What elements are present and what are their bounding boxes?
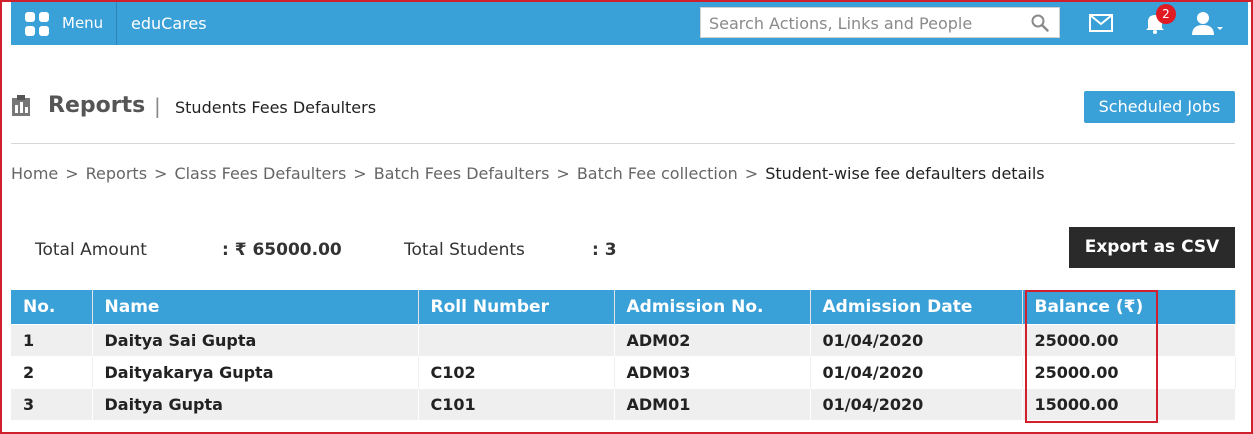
column-header-name[interactable]: Name <box>92 290 419 324</box>
breadcrumb-class-fees-defaulters[interactable]: Class Fees Defaulters <box>174 164 346 183</box>
cell-no: 3 <box>11 387 93 420</box>
cell-name: Daitya Gupta <box>92 387 419 420</box>
cell-roll-number <box>418 323 615 356</box>
cell-admission-no: ADM01 <box>614 387 811 420</box>
breadcrumb-batch-fee-collection[interactable]: Batch Fee collection <box>577 164 738 183</box>
notification-badge: 2 <box>1156 4 1176 24</box>
cell-admission-no: ADM03 <box>614 355 811 388</box>
cell-name: Daitya Sai Gupta <box>92 323 419 356</box>
breadcrumb-separator: > <box>65 164 79 183</box>
cell-no: 2 <box>11 355 93 388</box>
page-title: Reports <box>48 93 146 118</box>
grid-menu-icon <box>25 12 49 36</box>
total-students-label: Total Students <box>404 240 525 260</box>
clipboard-icon <box>12 95 30 116</box>
title-separator: | <box>154 94 161 118</box>
search-icon[interactable] <box>1031 14 1049 32</box>
top-navbar: Menu eduCares 2 <box>11 2 1248 45</box>
cell-admission-date: 01/04/2020 <box>810 387 1023 420</box>
cell-admission-date: 01/04/2020 <box>810 355 1023 388</box>
page-subtitle: Students Fees Defaulters <box>175 98 377 117</box>
cell-name: Daityakarya Gupta <box>92 355 419 388</box>
scheduled-jobs-button[interactable]: Scheduled Jobs <box>1084 91 1235 123</box>
breadcrumb-reports[interactable]: Reports <box>86 164 147 183</box>
cell-no: 1 <box>11 323 93 356</box>
breadcrumb-current: Student-wise fee defaulters details <box>765 164 1045 183</box>
user-icon[interactable] <box>1191 10 1225 36</box>
breadcrumb-separator: > <box>744 164 759 183</box>
menu-label: Menu <box>62 14 104 32</box>
cell-admission-no: ADM02 <box>614 323 811 356</box>
cell-roll-number: C102 <box>418 355 615 388</box>
balance-highlight-box <box>1025 290 1158 423</box>
mail-icon[interactable] <box>1089 14 1113 32</box>
search-input[interactable] <box>709 12 1019 34</box>
total-amount-label: Total Amount <box>35 240 147 260</box>
cell-admission-date: 01/04/2020 <box>810 323 1023 356</box>
search-box <box>700 7 1060 38</box>
breadcrumb-separator: > <box>353 164 367 183</box>
breadcrumb: Home > Reports > Class Fees Defaulters > Batch… <box>11 164 1045 183</box>
page-header: Reports | Students Fees Defaulters Sched… <box>11 90 1235 126</box>
total-amount-value: : ₹ 65000.00 <box>222 240 342 260</box>
column-header-admission-no[interactable]: Admission No. <box>614 290 811 324</box>
column-header-roll-number[interactable]: Roll Number <box>418 290 615 324</box>
divider <box>11 143 1235 144</box>
total-students-value: : 3 <box>592 240 617 260</box>
column-header-no[interactable]: No. <box>11 290 93 324</box>
breadcrumb-separator: > <box>154 164 168 183</box>
app-name[interactable]: eduCares <box>131 14 207 33</box>
breadcrumb-home[interactable]: Home <box>11 164 58 183</box>
breadcrumb-separator: > <box>556 164 570 183</box>
menu-button[interactable]: Menu <box>11 2 117 45</box>
column-header-admission-date[interactable]: Admission Date <box>810 290 1023 324</box>
cell-roll-number: C101 <box>418 387 615 420</box>
breadcrumb-batch-fees-defaulters[interactable]: Batch Fees Defaulters <box>374 164 550 183</box>
export-csv-button[interactable]: Export as CSV <box>1069 227 1235 268</box>
